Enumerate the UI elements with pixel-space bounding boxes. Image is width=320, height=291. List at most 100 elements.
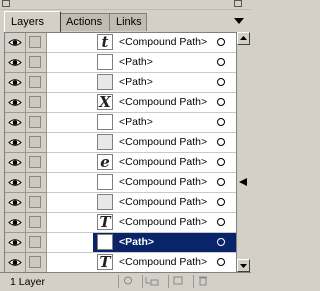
panel-footer: 1 Layer (0, 272, 251, 291)
collapse-icon[interactable] (234, 0, 242, 7)
new-sublayer-icon[interactable] (142, 275, 160, 288)
layer-list: t <Compound Path> <Path> <Path> X <Compound P… (4, 32, 236, 273)
indent-spacer (47, 213, 93, 233)
layer-row-label: <Compound Path> (119, 196, 208, 208)
layer-row[interactable]: t <Compound Path> (5, 33, 236, 53)
layer-row-label: <Compound Path> (119, 136, 208, 148)
layer-row[interactable]: <Path> (5, 53, 236, 73)
layer-row-content[interactable]: X <Compound Path> (93, 93, 236, 113)
visibility-eye-icon[interactable] (5, 53, 26, 73)
lock-toggle[interactable] (26, 253, 47, 273)
lock-box-icon (29, 256, 41, 268)
lock-toggle[interactable] (26, 153, 47, 173)
lock-toggle[interactable] (26, 53, 47, 73)
make-clipping-mask-icon[interactable] (118, 275, 136, 288)
visibility-eye-icon[interactable] (5, 93, 26, 113)
target-circle-icon[interactable] (217, 78, 225, 86)
layer-row-content[interactable]: T <Compound Path> (93, 253, 236, 273)
tab-actions[interactable]: Actions (59, 13, 111, 31)
layer-row-content[interactable]: <Compound Path> (93, 193, 236, 213)
layer-row-content[interactable]: <Path> (93, 53, 236, 73)
target-circle-icon[interactable] (217, 118, 225, 126)
layer-row[interactable]: e <Compound Path> (5, 153, 236, 173)
indent-spacer (47, 153, 93, 173)
layer-row-label: <Path> (119, 76, 153, 88)
visibility-eye-icon[interactable] (5, 233, 26, 253)
visibility-eye-icon[interactable] (5, 33, 26, 53)
visibility-eye-icon[interactable] (5, 153, 26, 173)
lock-toggle[interactable] (26, 113, 47, 133)
panel-title-bar[interactable] (0, 0, 251, 10)
layer-row[interactable]: T <Compound Path> (5, 253, 236, 273)
layer-row-content[interactable]: t <Compound Path> (93, 33, 236, 53)
target-circle-icon[interactable] (217, 58, 225, 66)
target-circle-icon[interactable] (217, 238, 225, 246)
layer-thumbnail: e (97, 154, 113, 170)
visibility-eye-icon[interactable] (5, 113, 26, 133)
indent-spacer (47, 133, 93, 153)
target-circle-icon[interactable] (217, 198, 225, 206)
layer-row-content[interactable]: <Compound Path> (93, 133, 236, 153)
layer-thumbnail (97, 234, 113, 250)
visibility-eye-icon[interactable] (5, 173, 26, 193)
layer-thumbnail (97, 134, 113, 150)
visibility-eye-icon[interactable] (5, 213, 26, 233)
target-circle-icon[interactable] (217, 138, 225, 146)
visibility-eye-icon[interactable] (5, 253, 26, 273)
lock-box-icon (29, 236, 41, 248)
lock-toggle[interactable] (26, 173, 47, 193)
layer-row-content[interactable]: <Compound Path> (93, 173, 236, 193)
lock-toggle[interactable] (26, 33, 47, 53)
vertical-scrollbar[interactable] (236, 32, 250, 272)
lock-toggle[interactable] (26, 93, 47, 113)
indent-spacer (47, 113, 93, 133)
lock-toggle[interactable] (26, 73, 47, 93)
lock-toggle[interactable] (26, 133, 47, 153)
scroll-down-button[interactable] (237, 259, 250, 272)
layer-row[interactable]: X <Compound Path> (5, 93, 236, 113)
target-circle-icon[interactable] (217, 38, 225, 46)
target-circle-icon[interactable] (217, 218, 225, 226)
layer-row[interactable]: <Compound Path> (5, 173, 236, 193)
visibility-eye-icon[interactable] (5, 133, 26, 153)
tab-links[interactable]: Links (109, 13, 147, 31)
layer-row[interactable]: <Path> (5, 113, 236, 133)
lock-box-icon (29, 176, 41, 188)
lock-box-icon (29, 136, 41, 148)
thumbnail-glyph: t (101, 33, 109, 51)
target-circle-icon[interactable] (217, 258, 225, 266)
new-layer-icon[interactable] (168, 275, 186, 288)
layer-row-content[interactable]: e <Compound Path> (93, 153, 236, 173)
visibility-eye-icon[interactable] (5, 193, 26, 213)
lock-toggle[interactable] (26, 233, 47, 253)
layer-row-content[interactable]: T <Compound Path> (93, 213, 236, 233)
layer-row[interactable]: T <Compound Path> (5, 213, 236, 233)
panel-options-arrow-icon[interactable] (239, 178, 247, 186)
close-icon[interactable] (2, 0, 10, 7)
layer-row-content[interactable]: <Path> (93, 73, 236, 93)
target-circle-icon[interactable] (217, 158, 225, 166)
indent-spacer (47, 93, 93, 113)
layer-row-label: <Compound Path> (119, 216, 208, 228)
layer-row[interactable]: <Path> (5, 73, 236, 93)
panel-menu-icon[interactable] (234, 18, 244, 28)
lock-box-icon (29, 76, 41, 88)
visibility-eye-icon[interactable] (5, 73, 26, 93)
tab-strip: Layers Actions Links (0, 10, 251, 32)
delete-layer-icon[interactable] (193, 275, 211, 288)
lock-toggle[interactable] (26, 213, 47, 233)
layer-row-label: <Path> (119, 236, 155, 248)
layer-thumbnail: X (97, 94, 113, 110)
layer-row-content[interactable]: <Path> (93, 233, 236, 253)
indent-spacer (47, 233, 93, 253)
target-circle-icon[interactable] (217, 98, 225, 106)
layer-row[interactable]: <Compound Path> (5, 133, 236, 153)
layer-row[interactable]: <Compound Path> (5, 193, 236, 213)
layer-row-content[interactable]: <Path> (93, 113, 236, 133)
tab-layers[interactable]: Layers (4, 11, 61, 32)
target-circle-icon[interactable] (217, 178, 225, 186)
scroll-up-button[interactable] (237, 32, 250, 45)
lock-toggle[interactable] (26, 193, 47, 213)
indent-spacer (47, 193, 93, 213)
layer-row[interactable]: <Path> (5, 233, 236, 253)
